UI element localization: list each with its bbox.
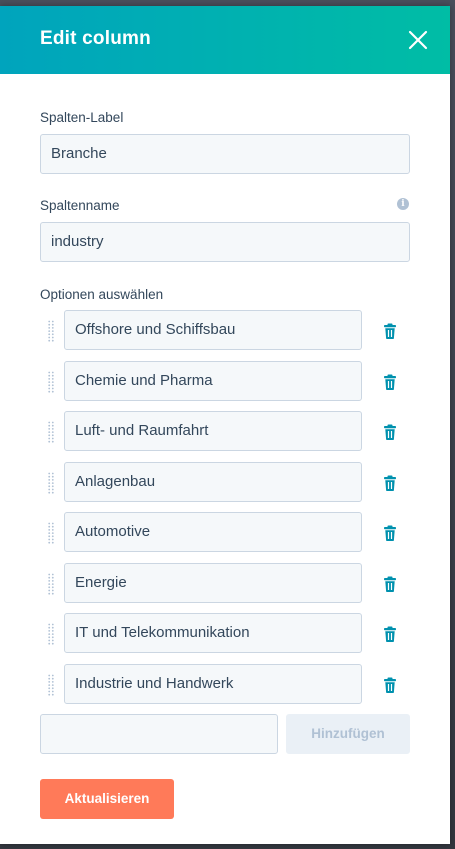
column-name-input[interactable]: industry [40,222,410,262]
option-input[interactable]: Offshore und Schiffsbau [64,310,362,350]
drag-handle-icon[interactable] [48,320,54,342]
trash-icon[interactable] [381,423,399,441]
option-input[interactable]: Energie [64,563,362,603]
option-row: Offshore und Schiffsbau [0,310,450,350]
edit-column-panel: Edit column Spalten-Label Branche Spalte… [0,6,450,844]
new-option-input[interactable] [40,714,278,754]
option-input[interactable]: IT und Telekommunikation [64,613,362,653]
close-button[interactable] [404,26,432,54]
option-input[interactable]: Automotive [64,512,362,552]
option-row: Luft- und Raumfahrt [0,411,450,451]
panel-title: Edit column [40,28,151,49]
option-row: Anlagenbau [0,462,450,502]
options-label: Optionen auswählen [40,287,164,302]
drag-handle-icon[interactable] [48,421,54,443]
option-input[interactable]: Chemie und Pharma [64,361,362,401]
trash-icon[interactable] [381,474,399,492]
option-input[interactable]: Luft- und Raumfahrt [64,411,362,451]
close-icon [408,30,428,50]
trash-icon[interactable] [381,373,399,391]
drag-handle-icon[interactable] [48,573,54,595]
drag-handle-icon[interactable] [48,522,54,544]
option-input[interactable]: Industrie und Handwerk [64,664,362,704]
trash-icon[interactable] [381,625,399,643]
option-row: Chemie und Pharma [0,361,450,401]
option-row: Automotive [0,512,450,552]
add-option-button[interactable]: Hinzufügen [286,714,410,754]
trash-icon[interactable] [381,524,399,542]
drag-handle-icon[interactable] [48,472,54,494]
column-label-label: Spalten-Label [40,110,124,125]
option-row: Industrie und Handwerk [0,664,450,704]
trash-icon[interactable] [381,322,399,340]
trash-icon[interactable] [381,575,399,593]
column-name-label: Spaltenname [40,198,120,213]
drag-handle-icon[interactable] [48,371,54,393]
option-row: Energie [0,563,450,603]
option-input[interactable]: Anlagenbau [64,462,362,502]
drag-handle-icon[interactable] [48,674,54,696]
info-icon[interactable]: i [397,198,409,210]
drag-handle-icon[interactable] [48,623,54,645]
column-label-input[interactable]: Branche [40,134,410,174]
update-button[interactable]: Aktualisieren [40,779,174,819]
panel-header: Edit column [0,6,450,74]
option-row: IT und Telekommunikation [0,613,450,653]
trash-icon[interactable] [381,676,399,694]
